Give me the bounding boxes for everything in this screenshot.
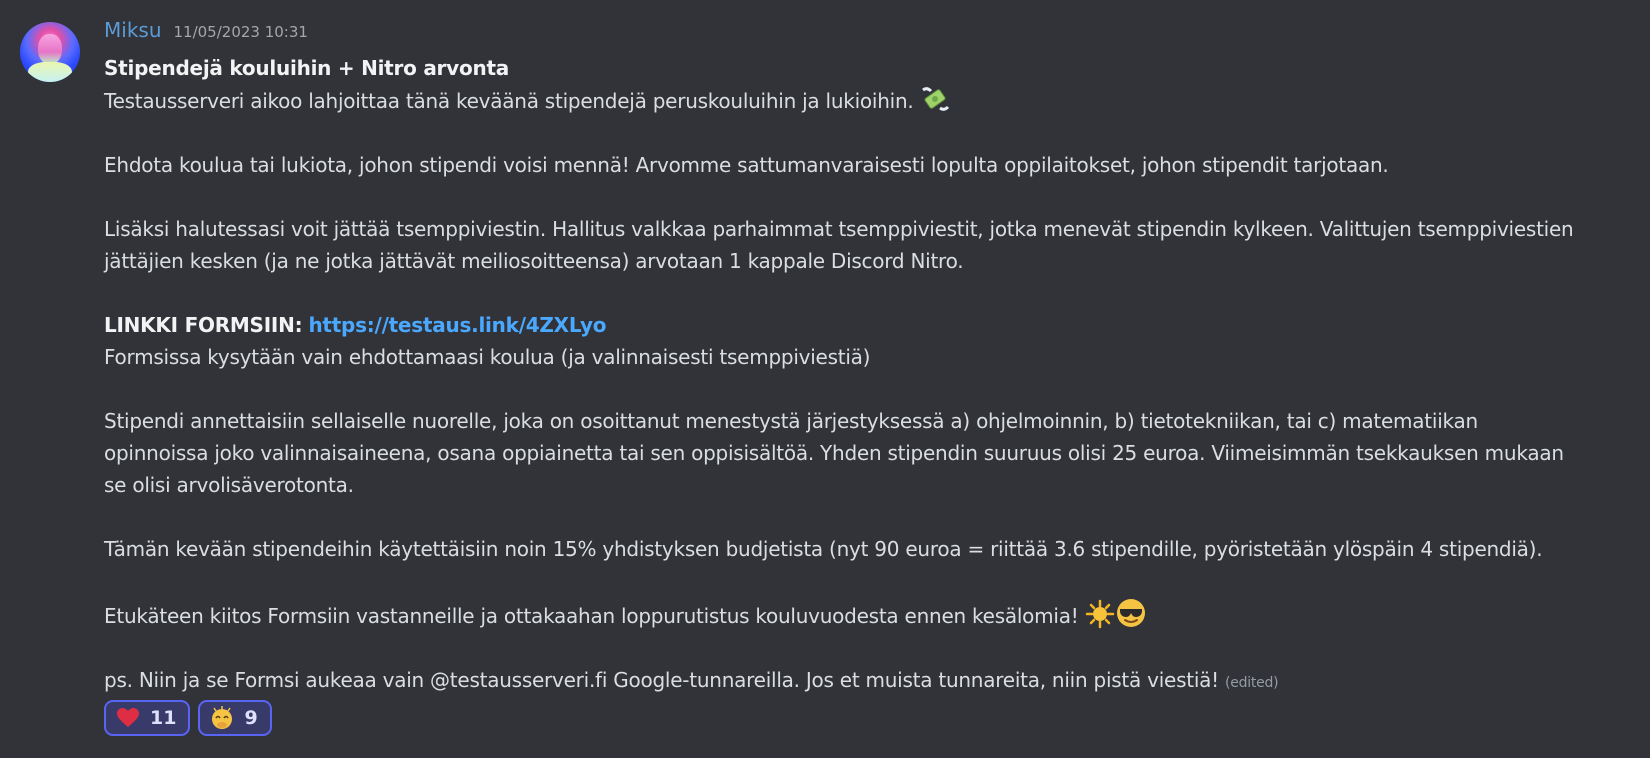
message-paragraph: Lisäksi halutessasi voit jättää tsemppiv… — [104, 217, 1574, 241]
money-with-wings-icon — [920, 84, 950, 114]
message-paragraph: se olisi arvolisäverotonta. — [104, 473, 354, 497]
reaction-heart[interactable]: 11 — [104, 700, 191, 736]
reaction-count: 9 — [244, 707, 258, 729]
message-paragraph: jättäjien kesken (ja ne jotka jättävät m… — [104, 249, 964, 273]
reactions-bar: 11 9 — [104, 700, 272, 736]
author-name[interactable]: Miksu — [104, 18, 162, 42]
message-line: Testausserveri aikoo lahjoittaa tänä kev… — [104, 84, 1634, 117]
edited-indicator[interactable]: (edited) — [1225, 675, 1279, 691]
message-title: Stipendejä kouluihin + Nitro arvonta — [104, 56, 509, 80]
message-paragraph: Stipendi annettaisiin sellaiselle nuorel… — [104, 409, 1478, 433]
message-header: Miksu 11/05/2023 10:31 — [104, 18, 1634, 52]
message-line: Etukäteen kiitos Formsiin vastanneille j… — [104, 597, 1634, 632]
message-line: ps. Niin ja se Formsi aukeaa vain @testa… — [104, 664, 1634, 699]
avatar-face — [38, 34, 62, 64]
message-text: ps. Niin ja se Formsi aukeaa vain @testa… — [104, 668, 1219, 692]
reaction-count: 11 — [150, 707, 177, 729]
avatar-shirt — [28, 62, 72, 82]
link-label: LINKKI FORMSIIN: — [104, 313, 303, 337]
message-text: Testausserveri aikoo lahjoittaa tänä kev… — [104, 89, 914, 113]
sunglasses-face-icon — [1115, 597, 1145, 627]
heart-icon — [117, 708, 139, 727]
sun-icon — [1085, 599, 1115, 629]
message-body: Stipendejä kouluihin + Nitro arvonta Tes… — [104, 52, 1634, 699]
message-timestamp[interactable]: 11/05/2023 10:31 — [174, 23, 308, 41]
message-paragraph: Formsissa kysytään vain ehdottamaasi kou… — [104, 345, 871, 369]
message-text: Etukäteen kiitos Formsiin vastanneille j… — [104, 604, 1079, 628]
avatar[interactable] — [20, 22, 80, 82]
message-content: Miksu 11/05/2023 10:31 Stipendejä koului… — [104, 18, 1634, 699]
message-paragraph: opinnoissa joko valinnaisaineena, osana … — [104, 441, 1564, 465]
reaction-clap[interactable]: 9 — [198, 700, 272, 736]
forms-link-line: LINKKI FORMSIIN: https://testaus.link/4Z… — [104, 309, 1634, 341]
clap-icon — [212, 706, 233, 729]
message-paragraph: Ehdota koulua tai lukiota, johon stipend… — [104, 153, 1389, 177]
forms-link[interactable]: https://testaus.link/4ZXLyo — [308, 313, 606, 337]
message-paragraph: Tämän kevään stipendeihin käytettäisiin … — [104, 537, 1543, 561]
